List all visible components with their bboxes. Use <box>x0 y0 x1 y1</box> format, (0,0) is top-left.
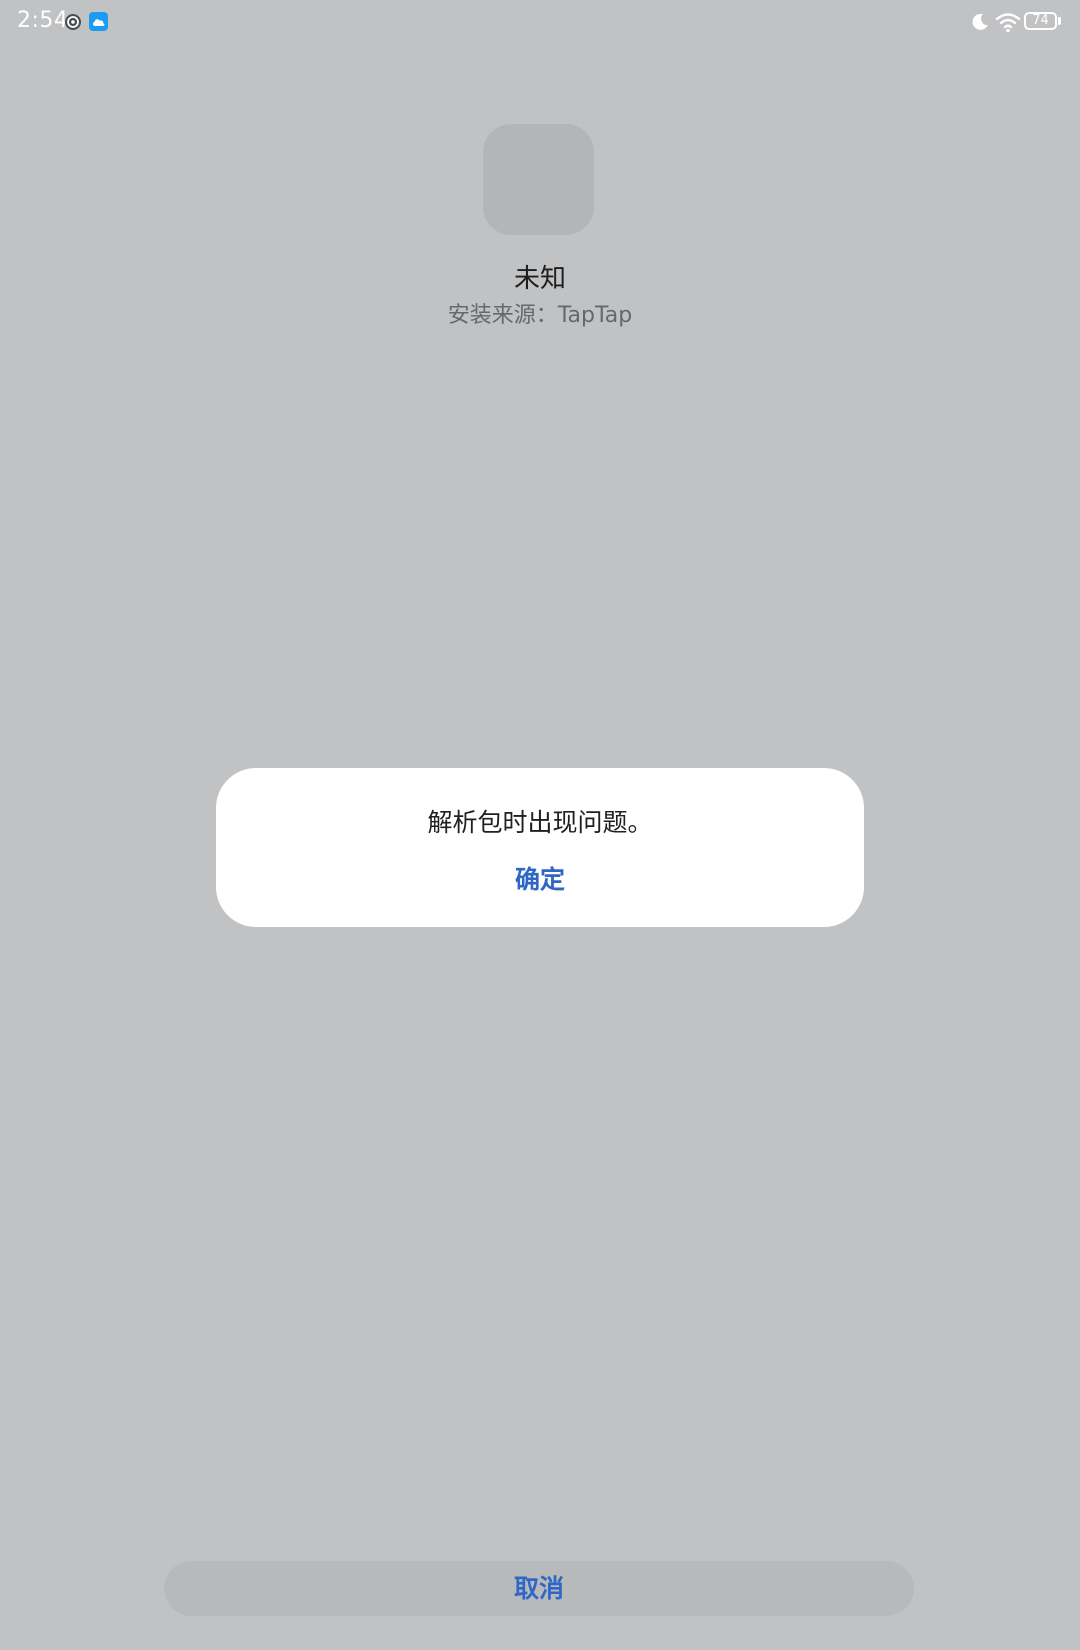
install-source: 安装来源：TapTap <box>447 303 633 328</box>
wifi-icon <box>995 11 1021 33</box>
cloud-icon <box>89 12 108 31</box>
app-name: 未知 <box>513 264 566 294</box>
cancel-button[interactable]: 取消 <box>164 1561 914 1616</box>
battery-level: 74 <box>1032 13 1049 28</box>
settings-icon <box>64 13 82 31</box>
battery-icon: 74 <box>1024 12 1062 32</box>
status-time: 2:54 <box>17 8 69 33</box>
confirm-button[interactable]: 确定 <box>440 858 640 902</box>
dialog-message: 解析包时出现问题。 <box>427 808 653 837</box>
app-icon-placeholder <box>483 124 594 235</box>
moon-icon <box>970 12 990 32</box>
status-bar: 2:54 74 <box>0 0 1080 48</box>
error-dialog: 解析包时出现问题。 确定 <box>216 768 864 927</box>
